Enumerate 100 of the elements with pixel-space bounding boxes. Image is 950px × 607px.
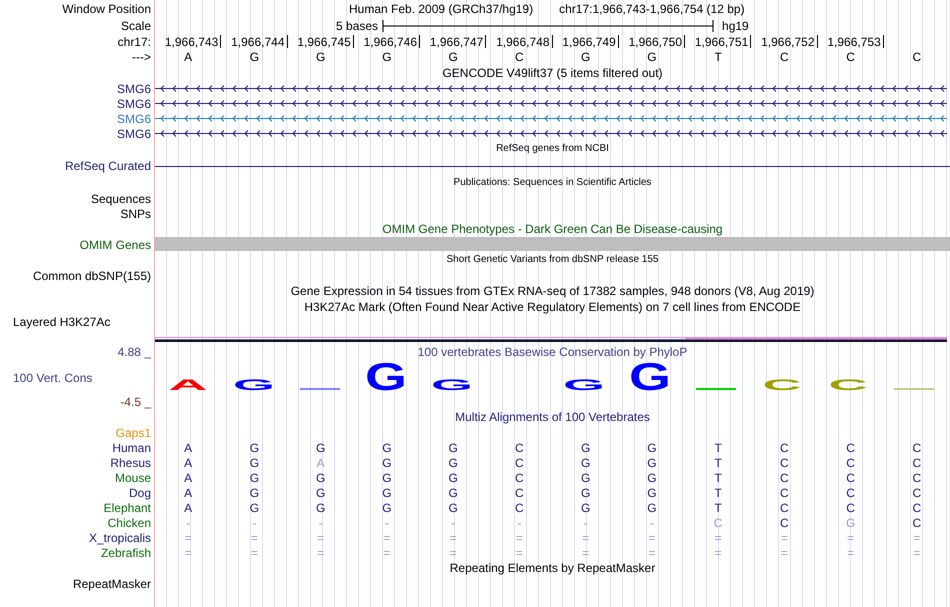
track-label[interactable]: OMIM Genes [80, 238, 151, 250]
track-label[interactable]: SMG6 [116, 112, 151, 124]
aligned-base: - [451, 516, 456, 528]
logo-letter: G [431, 376, 473, 394]
aligned-base: G [250, 486, 260, 498]
aligned-base: G [250, 456, 260, 468]
aligned-base: G [382, 442, 392, 454]
aligned-base: = [582, 532, 590, 544]
track-title: RefSeq genes from NCBI [496, 144, 609, 154]
track-label[interactable]: X_tropicalis [88, 532, 151, 544]
aligned-base: C [912, 456, 922, 468]
aligned-base: G [580, 472, 590, 484]
aligned-base: C [714, 516, 722, 528]
aligned-base: G [250, 472, 260, 484]
track-label[interactable]: Human [112, 442, 151, 454]
aligned-base: = [450, 546, 457, 558]
aligned-base: = [450, 532, 457, 544]
aligned-base: = [714, 546, 722, 558]
track-label[interactable]: SMG6 [116, 98, 151, 110]
coordinate-label: 1,966,744 [231, 36, 286, 48]
track-label[interactable]: Common dbSNP(155) [32, 270, 151, 282]
track-label[interactable]: Rhesus [110, 456, 151, 468]
aligned-base: C [515, 486, 524, 498]
aligned-base: A [184, 472, 192, 484]
reference-base: A [184, 51, 192, 63]
aligned-base: - [252, 516, 256, 528]
aligned-base: C [846, 456, 855, 468]
track-label[interactable]: RefSeq Curated [64, 160, 151, 172]
aligned-base: C [912, 516, 922, 528]
track-label[interactable]: chr17: [118, 36, 151, 48]
track-label[interactable]: Zebrafish [100, 546, 151, 558]
aligned-base: G [382, 502, 392, 514]
reference-base: C [780, 51, 789, 63]
aligned-base: G [647, 456, 657, 468]
aligned-base: C [780, 502, 789, 514]
aligned-base: G [580, 456, 590, 468]
aligned-base: T [714, 472, 722, 484]
aligned-base: = [780, 532, 788, 544]
track-label[interactable]: 100 Vert. Cons [13, 372, 92, 384]
aligned-base: = [184, 532, 192, 544]
track-label[interactable]: Sequences [90, 192, 151, 204]
aligned-base: = [317, 546, 324, 558]
aligned-base: = [714, 532, 722, 544]
aligned-base: = [913, 532, 920, 544]
coordinate-label: 1,966,743 [164, 36, 220, 48]
aligned-base: = [383, 532, 390, 544]
track-label[interactable]: SNPs [120, 208, 151, 220]
aligned-base: = [516, 546, 523, 558]
aligned-base: C [515, 502, 524, 514]
aligned-base: G [647, 442, 657, 454]
aligned-base: - [517, 516, 522, 528]
aligned-base: C [780, 472, 789, 484]
reference-base: G [580, 51, 590, 63]
coordinate-label: 1,966,745 [297, 36, 352, 48]
aligned-base: T [714, 442, 722, 454]
aligned-base: A [184, 486, 192, 498]
track-title: Publications: Sequences in Scientific Articles [454, 178, 652, 188]
track-label[interactable]: Mouse [114, 472, 151, 484]
aligned-base: = [648, 546, 656, 558]
aligned-base: C [846, 472, 855, 484]
coordinate-label: 1,966,749 [562, 36, 617, 48]
track-label[interactable]: Scale [120, 20, 151, 32]
track-title: H3K27Ac Mark (Often Found Near Active Regulatory Elements) on 7 cell lines from ENCODE [304, 301, 801, 313]
aligned-base: = [648, 532, 656, 544]
scale-span-label: 5 bases [336, 18, 378, 35]
reference-base: G [647, 51, 657, 63]
logo-letter: G [563, 376, 605, 394]
aligned-base: A [184, 456, 192, 468]
aligned-base: C [912, 472, 922, 484]
track-title: Gene Expression in 54 tissues from GTEx RNA-seq of 17382 samples, 948 donors (V8, Aug 2019) [290, 285, 814, 297]
track-title: Short Genetic Variants from dbSNP release 155 [446, 255, 658, 265]
aligned-base: G [382, 472, 392, 484]
aligned-base: A [184, 502, 192, 514]
track-label[interactable]: RepeatMasker [72, 578, 151, 590]
aligned-base: A [184, 442, 192, 454]
aligned-base: - [584, 516, 588, 528]
aligned-base: T [714, 486, 722, 498]
track-label[interactable]: Window Position [62, 3, 151, 15]
aligned-base: = [847, 546, 854, 558]
track-label[interactable]: SMG6 [116, 128, 151, 140]
track-label[interactable]: Chicken [108, 516, 151, 528]
coordinate-label: 1,966,746 [364, 36, 418, 48]
aligned-base: G [448, 442, 458, 454]
aligned-base: C [780, 486, 789, 498]
track-title: OMIM Gene Phenotypes - Dark Green Can Be Disease-causing [382, 223, 723, 235]
aligned-base: = [250, 532, 258, 544]
track-label[interactable]: SMG6 [116, 82, 151, 94]
track-label[interactable]: Dog [128, 486, 151, 498]
assembly-title: Human Feb. 2009 (GRCh37/hg19) [349, 1, 534, 18]
position-range: chr17:1,966,743-1,966,754 (12 bp) [559, 1, 745, 18]
track-label[interactable]: Layered H3K27Ac [13, 316, 110, 328]
track-label[interactable]: Elephant [104, 502, 151, 514]
aligned-base: = [582, 546, 590, 558]
logo-letter: G [365, 354, 407, 398]
aligned-base: G [316, 472, 326, 484]
track-label[interactable]: ---> [132, 51, 151, 63]
aligned-base: G [448, 502, 458, 514]
aligned-base: G [250, 502, 260, 514]
aligned-base: C [780, 442, 789, 454]
reference-base: G [316, 51, 326, 63]
